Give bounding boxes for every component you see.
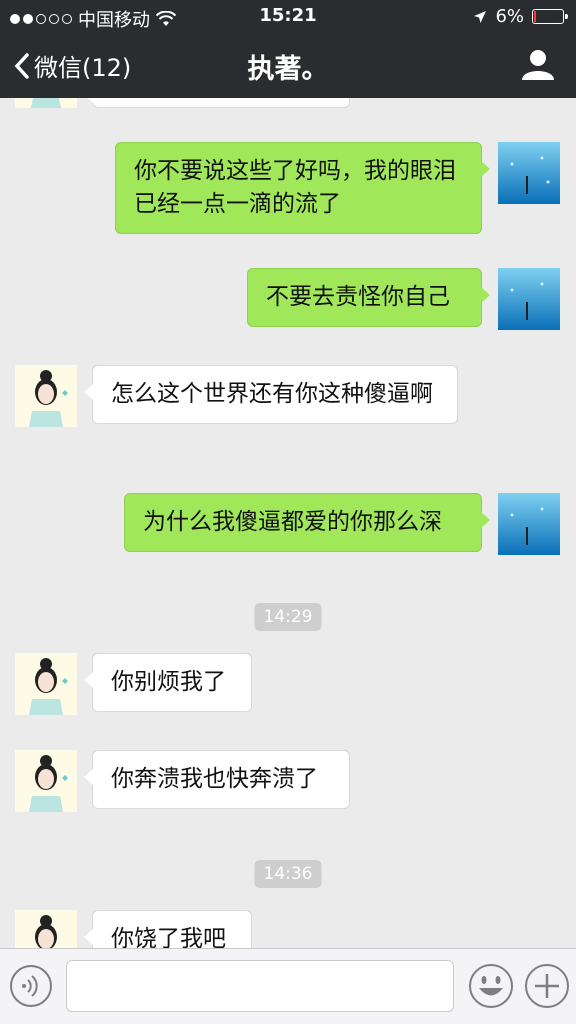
battery-percent: 6% [495,6,524,27]
avatar[interactable] [15,98,77,108]
girl-avatar-icon [15,365,77,427]
voice-icon[interactable] [9,964,53,1008]
girl-avatar-icon [15,98,77,108]
message-bubble[interactable]: 怎么这个世界还有你这种傻逼啊 [84,365,458,424]
chat-title: 执著。 [247,54,329,85]
message-bubble[interactable]: 你奔溃我也快奔溃了 [84,750,350,809]
avatar[interactable] [498,142,560,204]
message-row [0,98,576,108]
message-bubble[interactable]: 你别烦我了 [84,653,252,712]
battery-group: 6% [473,6,568,27]
ocean-avatar-icon [498,142,560,204]
input-bar [0,948,576,1024]
timestamp: 14:36 [254,860,322,888]
person-icon[interactable] [520,46,556,82]
nav-bar: 微信(12) 执著。 [0,32,576,98]
avatar[interactable] [15,910,77,948]
timestamp: 14:29 [254,603,322,631]
girl-avatar-icon [15,910,77,948]
avatar[interactable] [15,653,77,715]
plus-icon[interactable] [524,963,570,1009]
message-input[interactable] [66,960,454,1012]
girl-avatar-icon [15,653,77,715]
location-arrow-icon [474,10,487,23]
message-bubble[interactable]: 你饶了我吧 [84,910,252,948]
message-bubble[interactable]: 为什么我傻逼都爱的你那么深 [124,493,490,552]
top-bar: 中国移动 15:21 6% 微信(12) 执著。 [0,0,576,98]
status-bar: 中国移动 15:21 6% [0,0,576,32]
smiley-icon[interactable] [468,963,514,1009]
girl-avatar-icon [15,750,77,812]
message-bubble[interactable]: 不要去责怪你自己 [247,268,490,327]
avatar[interactable] [498,493,560,555]
message-bubble[interactable] [84,98,350,108]
avatar[interactable] [15,365,77,427]
ocean-avatar-icon [498,268,560,330]
battery-icon [532,9,568,24]
avatar[interactable] [15,750,77,812]
avatar[interactable] [498,268,560,330]
ocean-avatar-icon [498,493,560,555]
message-bubble[interactable]: 你不要说这些了好吗，我的眼泪已经一点一滴的流了 [115,142,490,234]
message-list[interactable]: 你不要说这些了好吗，我的眼泪已经一点一滴的流了 不要去责怪你自己 怎么这个世界还… [0,98,576,948]
